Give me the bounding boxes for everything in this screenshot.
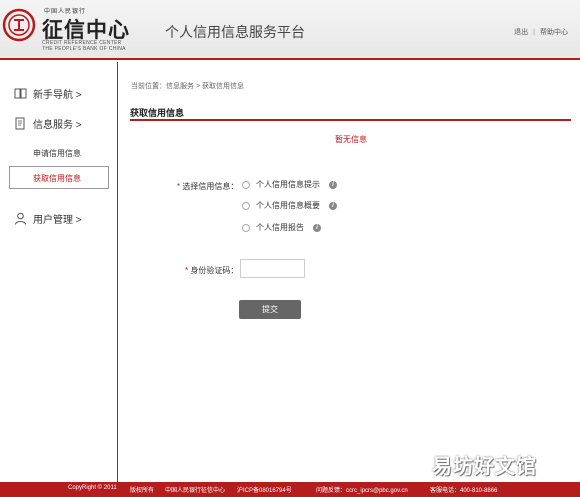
- option-credit-hint[interactable]: 个人信用信息提示 i: [242, 179, 337, 190]
- document-icon: [15, 117, 25, 130]
- sidebar-item-user-management[interactable]: 用户管理 >: [14, 211, 82, 226]
- footer-icp: 沪ICP备08016794号: [237, 488, 292, 494]
- breadcrumb: 当前位置：信息服务 > 获取信用信息: [131, 83, 244, 90]
- sidebar-subitem-get-credit[interactable]: 获取信用信息: [9, 166, 109, 189]
- option-credit-summary-label: 个人信用信息概要: [256, 201, 320, 210]
- footer-phone: 客服电话：400-810-8866: [430, 488, 498, 494]
- info-icon[interactable]: i: [313, 223, 321, 232]
- info-icon[interactable]: i: [329, 180, 337, 189]
- id-code-label-text: 身份验证码：: [188, 266, 239, 275]
- site-footer: CopyRight © 2011 版权所有 中国人民银行征信中心 沪ICP备08…: [0, 482, 580, 497]
- logo-english-line2: THE PEOPLE'S BANK OF CHINA: [42, 46, 126, 52]
- sidebar-item-info-service-label: 信息服务 >: [33, 120, 82, 131]
- sidebar-item-guide-label: 新手导航 >: [33, 90, 82, 101]
- select-credit-info-label: * 选择信用信息：: [177, 181, 238, 192]
- credit-center-logo-icon: [2, 8, 36, 42]
- book-icon: [14, 88, 27, 99]
- sidebar-item-info-service[interactable]: 信息服务 >: [14, 116, 82, 131]
- logout-link[interactable]: 退出: [514, 29, 528, 36]
- option-credit-report[interactable]: 个人信用报告 i: [242, 222, 321, 233]
- title-divider: [130, 119, 571, 121]
- help-center-link[interactable]: 帮助中心: [540, 29, 568, 36]
- no-info-message: 暂无信息: [335, 135, 367, 144]
- radio-credit-hint[interactable]: [242, 180, 250, 189]
- footer-rights: 版权所有: [130, 488, 155, 494]
- info-icon[interactable]: i: [329, 201, 337, 210]
- submit-button[interactable]: 提交: [239, 300, 301, 319]
- sidebar-divider: [117, 62, 118, 482]
- option-credit-report-label: 个人信用报告: [256, 223, 304, 232]
- site-header: 中国人民银行 征信中心 CREDIT REFERENCE CENTER THE …: [0, 0, 580, 60]
- header-links: 退出 | 帮助中心: [514, 27, 568, 37]
- watermark-text: 易坊好文馆: [432, 456, 537, 478]
- header-separator: |: [533, 29, 535, 36]
- sidebar-item-user-management-label: 用户管理 >: [33, 215, 82, 226]
- sidebar-subitem-apply-credit[interactable]: 申请信用信息: [33, 148, 81, 159]
- id-code-input[interactable]: [240, 259, 305, 278]
- user-icon: [15, 212, 26, 225]
- id-code-label: * 身份验证码：: [185, 265, 238, 276]
- option-credit-hint-label: 个人信用信息提示: [256, 180, 320, 189]
- page-title: 获取信用信息: [130, 108, 185, 118]
- select-credit-info-label-text: 选择信用信息：: [180, 182, 239, 191]
- platform-title: 个人信用信息服务平台: [165, 24, 305, 40]
- sidebar-item-guide[interactable]: 新手导航 >: [14, 86, 82, 101]
- footer-copyright: CopyRight © 2011: [68, 485, 117, 491]
- footer-feedback[interactable]: 问题反馈：ccrc_ipcrs@pbc.gov.cn: [316, 485, 408, 494]
- footer-org: 中国人民银行征信中心: [165, 488, 226, 494]
- option-credit-summary[interactable]: 个人信用信息概要 i: [242, 200, 337, 211]
- sidebar-subitem-get-credit-label: 获取信用信息: [33, 174, 81, 183]
- radio-credit-summary[interactable]: [242, 201, 250, 210]
- radio-credit-report[interactable]: [242, 223, 250, 232]
